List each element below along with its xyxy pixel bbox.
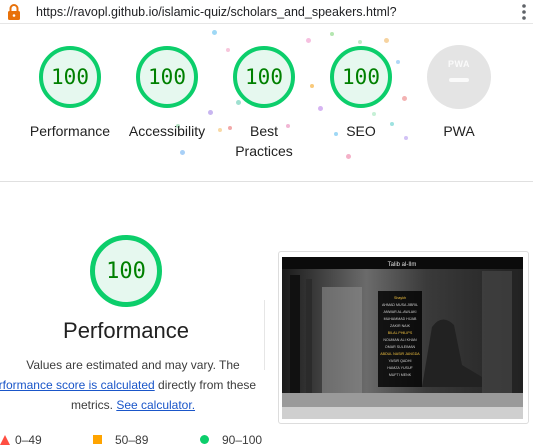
gauge-accessibility[interactable]: 100: [136, 46, 198, 108]
menu-item: ZAKIR NAIK: [390, 324, 411, 328]
performance-title: Performance: [63, 318, 189, 343]
menu-item: MUFTI MENK: [389, 373, 412, 377]
menu-item: ABDUL NASIR JANGDA: [380, 352, 420, 356]
menu-item: NOUMAN ALI KHAN: [383, 338, 417, 342]
category-label-seo[interactable]: SEO: [311, 121, 411, 141]
url-text[interactable]: https://ravopl.github.io/islamic-quiz/sc…: [36, 5, 397, 19]
score-value: 100: [148, 65, 186, 89]
menu-item: MUHAMMAD HIJAB: [384, 317, 417, 321]
menu-item: YASIR QADHI: [389, 359, 412, 363]
category-label-performance[interactable]: Performance: [20, 121, 120, 141]
performance-note: Values are estimated and may vary. The e…: [0, 355, 266, 415]
label-line: Practices: [235, 143, 293, 159]
score-calculated-link[interactable]: erformance score is calculated: [0, 378, 155, 392]
fail-triangle-icon: [0, 435, 10, 445]
average-square-icon: [93, 435, 102, 444]
legend-pass-range: 90–100: [222, 433, 263, 446]
category-label-best-practices[interactable]: Best Practices: [214, 121, 314, 161]
gauge-pwa[interactable]: PWA: [427, 45, 491, 109]
gauge-performance[interactable]: 100: [39, 46, 101, 108]
performance-gauge: 100: [90, 235, 162, 307]
menu-item: HAMZA YUSUF: [387, 366, 413, 370]
screenshot-title: Talib al-Ilm: [388, 262, 417, 268]
menu-item: Shaykh: [394, 296, 406, 300]
legend-average-range: 50–89: [115, 433, 149, 446]
category-label-accessibility[interactable]: Accessibility: [117, 121, 217, 141]
category-label-pwa[interactable]: PWA: [408, 121, 510, 141]
note-text: directly from these: [154, 378, 257, 392]
pass-circle-icon: [200, 435, 209, 444]
gauge-seo[interactable]: 100: [330, 46, 392, 108]
note-text: metrics.: [70, 398, 117, 412]
menu-item: BILAL PHILIPS: [388, 331, 413, 335]
menu-item: OMAR SULEIMAN: [385, 345, 416, 349]
score-value: 100: [245, 65, 283, 89]
see-calculator-link[interactable]: See calculator.: [116, 398, 195, 412]
menu-item: ANWAR AL-AWLAKI: [383, 310, 416, 314]
score-value: 100: [51, 65, 89, 89]
more-menu-icon[interactable]: [520, 3, 528, 21]
menu-item: AHMAD MUSA JIBRIL: [382, 303, 418, 307]
section-divider: [0, 181, 533, 182]
pwa-dash-icon: [449, 78, 469, 82]
performance-score: 100: [106, 258, 146, 284]
label-line: Best: [249, 123, 278, 139]
score-value: 100: [342, 65, 380, 89]
note-text: Values are estimated and may vary. The: [26, 358, 240, 372]
legend-fail-range: 0–49: [15, 433, 42, 446]
pwa-badge-icon: PWA: [447, 59, 470, 69]
address-bar[interactable]: https://ravopl.github.io/islamic-quiz/sc…: [0, 0, 533, 24]
final-screenshot-image[interactable]: Talib al-Ilm Shaykh AHMAD MUSA JIBRIL AN…: [282, 257, 523, 419]
gauge-best-practices[interactable]: 100: [233, 46, 295, 108]
lock-icon[interactable]: [7, 4, 21, 20]
